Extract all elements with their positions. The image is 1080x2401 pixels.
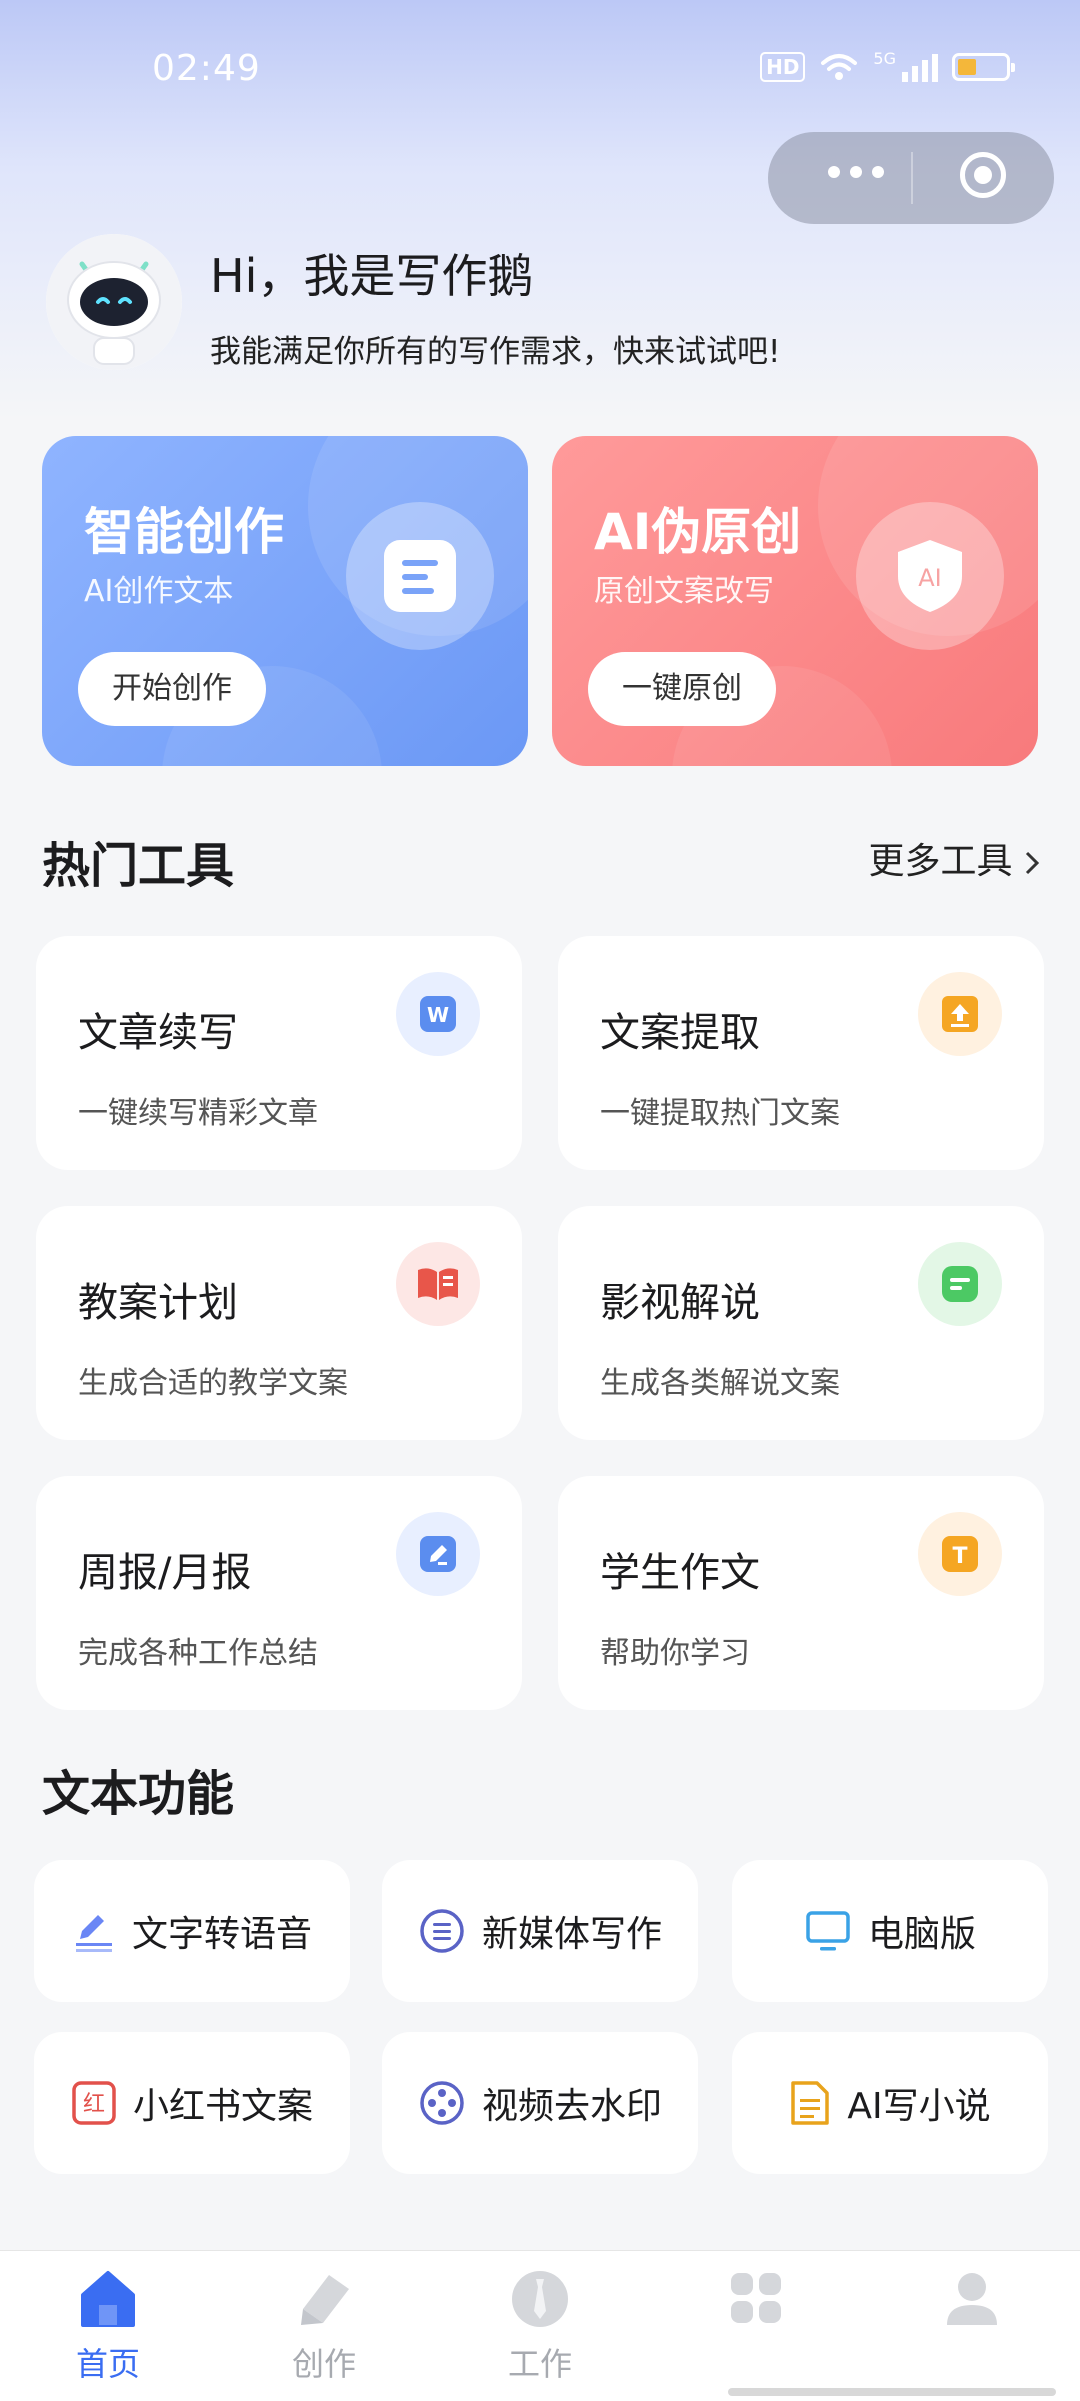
- tool-card-weekly-report[interactable]: 周报/月报 完成各种工作总结: [36, 1476, 522, 1710]
- edit-icon: [396, 1512, 480, 1596]
- func-desktop-version[interactable]: 电脑版: [732, 1860, 1048, 2002]
- pen-underline-icon: [75, 1915, 112, 1952]
- chevron-right-icon: [1025, 851, 1040, 875]
- func-label: 视频去水印: [481, 2086, 662, 2127]
- status-time: 02:49: [152, 48, 261, 89]
- tab-label: 创作: [291, 2345, 356, 2383]
- tool-card-film-commentary[interactable]: 影视解说 生成各类解说文案: [558, 1206, 1044, 1440]
- one-click-original-button[interactable]: 一键原创: [588, 652, 776, 726]
- book-icon: [396, 1242, 480, 1326]
- text-functions-title: 文本功能: [42, 1766, 235, 1822]
- hd-badge: HD: [760, 52, 806, 82]
- shield-ai-icon: AI: [856, 502, 1004, 650]
- tool-card-student-essay[interactable]: 学生作文 帮助你学习 T: [558, 1476, 1044, 1710]
- robot-avatar: [46, 234, 182, 370]
- greeting-subtitle: 我能满足你所有的写作需求，快来试试吧!: [210, 334, 781, 370]
- status-bar: 02:49 HD 5G: [0, 0, 1080, 140]
- smart-writing-card[interactable]: 智能创作 AI创作文本 开始创作: [42, 436, 528, 766]
- ai-rewrite-card[interactable]: AI伪原创 原创文案改写 一键原创 AI: [552, 436, 1038, 766]
- red-square-icon: 红: [72, 2081, 116, 2125]
- battery-icon: [952, 53, 1015, 81]
- text-t-icon: T: [918, 1512, 1002, 1596]
- func-label: 新媒体写作: [481, 1914, 662, 1955]
- tie-icon: [512, 2271, 568, 2327]
- tab-label: 工作: [507, 2345, 572, 2383]
- func-new-media-writing[interactable]: 新媒体写作: [382, 1860, 698, 2002]
- network-label: 5G: [873, 49, 896, 68]
- shield-badge-text: AI: [918, 564, 942, 592]
- film-reel-icon: [420, 2081, 464, 2125]
- more-tools-label: 更多工具: [868, 841, 1013, 882]
- tool-card-lesson-plan[interactable]: 教案计划 生成合适的教学文案: [36, 1206, 522, 1440]
- tool-desc: 帮助你学习: [600, 1636, 750, 1671]
- tool-desc: 一键提取热门文案: [600, 1096, 840, 1131]
- tool-desc: 生成各类解说文案: [600, 1366, 840, 1401]
- robot-icon: [46, 234, 182, 370]
- home-icon: [81, 2271, 135, 2327]
- tool-name: 文案提取: [600, 1010, 760, 1056]
- hero-title: AI伪原创: [594, 503, 802, 561]
- bottom-tab-bar: 首页 创作 工作: [0, 2250, 1080, 2401]
- tool-desc: 生成合适的教学文案: [78, 1366, 348, 1401]
- grid-icon: [731, 2273, 781, 2323]
- func-remove-watermark[interactable]: 视频去水印: [382, 2032, 698, 2174]
- word-glyph: W: [427, 1003, 449, 1027]
- tag-icon: [301, 2275, 349, 2325]
- hot-tools-title: 热门工具: [42, 838, 235, 894]
- func-label: 文字转语音: [131, 1914, 312, 1955]
- tool-name: 文章续写: [78, 1010, 238, 1056]
- tool-name: 周报/月报: [78, 1550, 252, 1596]
- word-doc-icon: W: [396, 972, 480, 1056]
- tab-apps[interactable]: [686, 2269, 826, 2339]
- tab-work[interactable]: 工作: [470, 2269, 610, 2385]
- message-icon: [918, 1242, 1002, 1326]
- upload-icon: [918, 972, 1002, 1056]
- hero-subtitle: AI创作文本: [84, 574, 234, 609]
- document-icon: [346, 502, 494, 650]
- t-glyph: T: [952, 1544, 967, 1569]
- user-icon: [947, 2273, 997, 2325]
- tool-desc: 完成各种工作总结: [78, 1636, 318, 1671]
- func-ai-novel[interactable]: AI写小说: [732, 2032, 1048, 2174]
- func-text-to-speech[interactable]: 文字转语音: [34, 1860, 350, 2002]
- more-tools-link[interactable]: 更多工具: [869, 832, 1040, 884]
- home-indicator: [728, 2388, 1056, 2396]
- func-label: 电脑版: [867, 1914, 976, 1955]
- func-xiaohongshu-copy[interactable]: 红 小红书文案: [34, 2032, 350, 2174]
- tool-desc: 一键续写精彩文章: [78, 1096, 318, 1131]
- monitor-icon: [806, 1911, 850, 1951]
- tab-create[interactable]: 创作: [254, 2269, 394, 2385]
- status-icons: HD 5G: [760, 49, 1015, 82]
- wifi-icon: [821, 54, 858, 80]
- red-glyph: 红: [83, 2092, 105, 2117]
- func-label: AI写小说: [847, 2086, 991, 2127]
- tab-profile[interactable]: [902, 2269, 1042, 2339]
- greeting-title: Hi，我是写作鹅: [210, 249, 534, 303]
- miniprogram-capsule: [768, 132, 1054, 224]
- tab-home[interactable]: 首页: [38, 2269, 178, 2385]
- tool-card-article-continue[interactable]: 文章续写 一键续写精彩文章 W: [36, 936, 522, 1170]
- hero-title: 智能创作: [84, 503, 284, 561]
- tool-name: 教案计划: [78, 1280, 238, 1326]
- signal-icon: 5G: [873, 49, 938, 82]
- close-target-icon[interactable]: [960, 152, 1006, 198]
- tab-label: 首页: [75, 2345, 140, 2383]
- tool-name: 影视解说: [600, 1280, 760, 1326]
- document-lines-icon: [791, 2081, 830, 2125]
- more-dots-icon[interactable]: [828, 166, 884, 178]
- tool-name: 学生作文: [600, 1550, 760, 1596]
- hero-subtitle: 原创文案改写: [594, 574, 774, 609]
- list-circle-icon: [420, 1909, 464, 1953]
- start-writing-button[interactable]: 开始创作: [78, 652, 266, 726]
- tool-card-copy-extract[interactable]: 文案提取 一键提取热门文案: [558, 936, 1044, 1170]
- func-label: 小红书文案: [132, 2086, 313, 2127]
